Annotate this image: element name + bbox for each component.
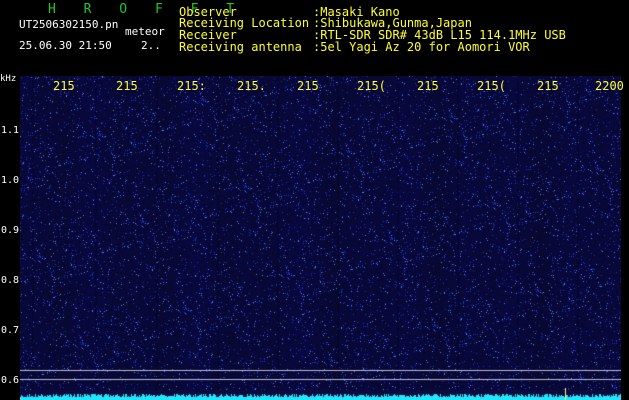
y-tick-label: 1.1	[1, 125, 20, 136]
y-tick-label: 0.6	[1, 375, 20, 386]
file-name: UT2506302150.pn	[19, 18, 119, 31]
x-tick-label: 215	[417, 79, 439, 93]
x-tick-label: 215:	[177, 79, 206, 93]
y-tick-label: 0.7	[1, 325, 20, 336]
x-tick-label: 2200	[595, 79, 624, 93]
y-axis-unit: kHz	[0, 74, 17, 84]
x-tick-label: 215.	[237, 79, 266, 93]
x-tick-label: 215(	[357, 79, 386, 93]
y-tick-label: 0.8	[1, 275, 20, 286]
header-panel: H R O F F T UT2506302150.pn meteor 25.06…	[0, 0, 629, 76]
y-tick-label: 0.9	[1, 225, 20, 236]
x-tick-label: 215	[53, 79, 75, 93]
right-margin	[621, 76, 629, 400]
x-tick-label: 215(	[477, 79, 506, 93]
spectrogram-waterfall	[20, 76, 621, 400]
capture-datetime: 25.06.30 21:50	[19, 39, 112, 52]
image-counter: 2..	[141, 39, 161, 52]
x-tick-label: 215	[116, 79, 138, 93]
meta-value-antenna: :5el Yagi Az 20 for Aomori VOR	[313, 40, 530, 54]
file-type: meteor	[125, 25, 165, 38]
x-tick-label: 215	[297, 79, 319, 93]
x-tick-label: 215	[537, 79, 559, 93]
meta-label-antenna: Receiving antenna	[179, 40, 302, 54]
y-tick-label: 1.0	[1, 175, 20, 186]
